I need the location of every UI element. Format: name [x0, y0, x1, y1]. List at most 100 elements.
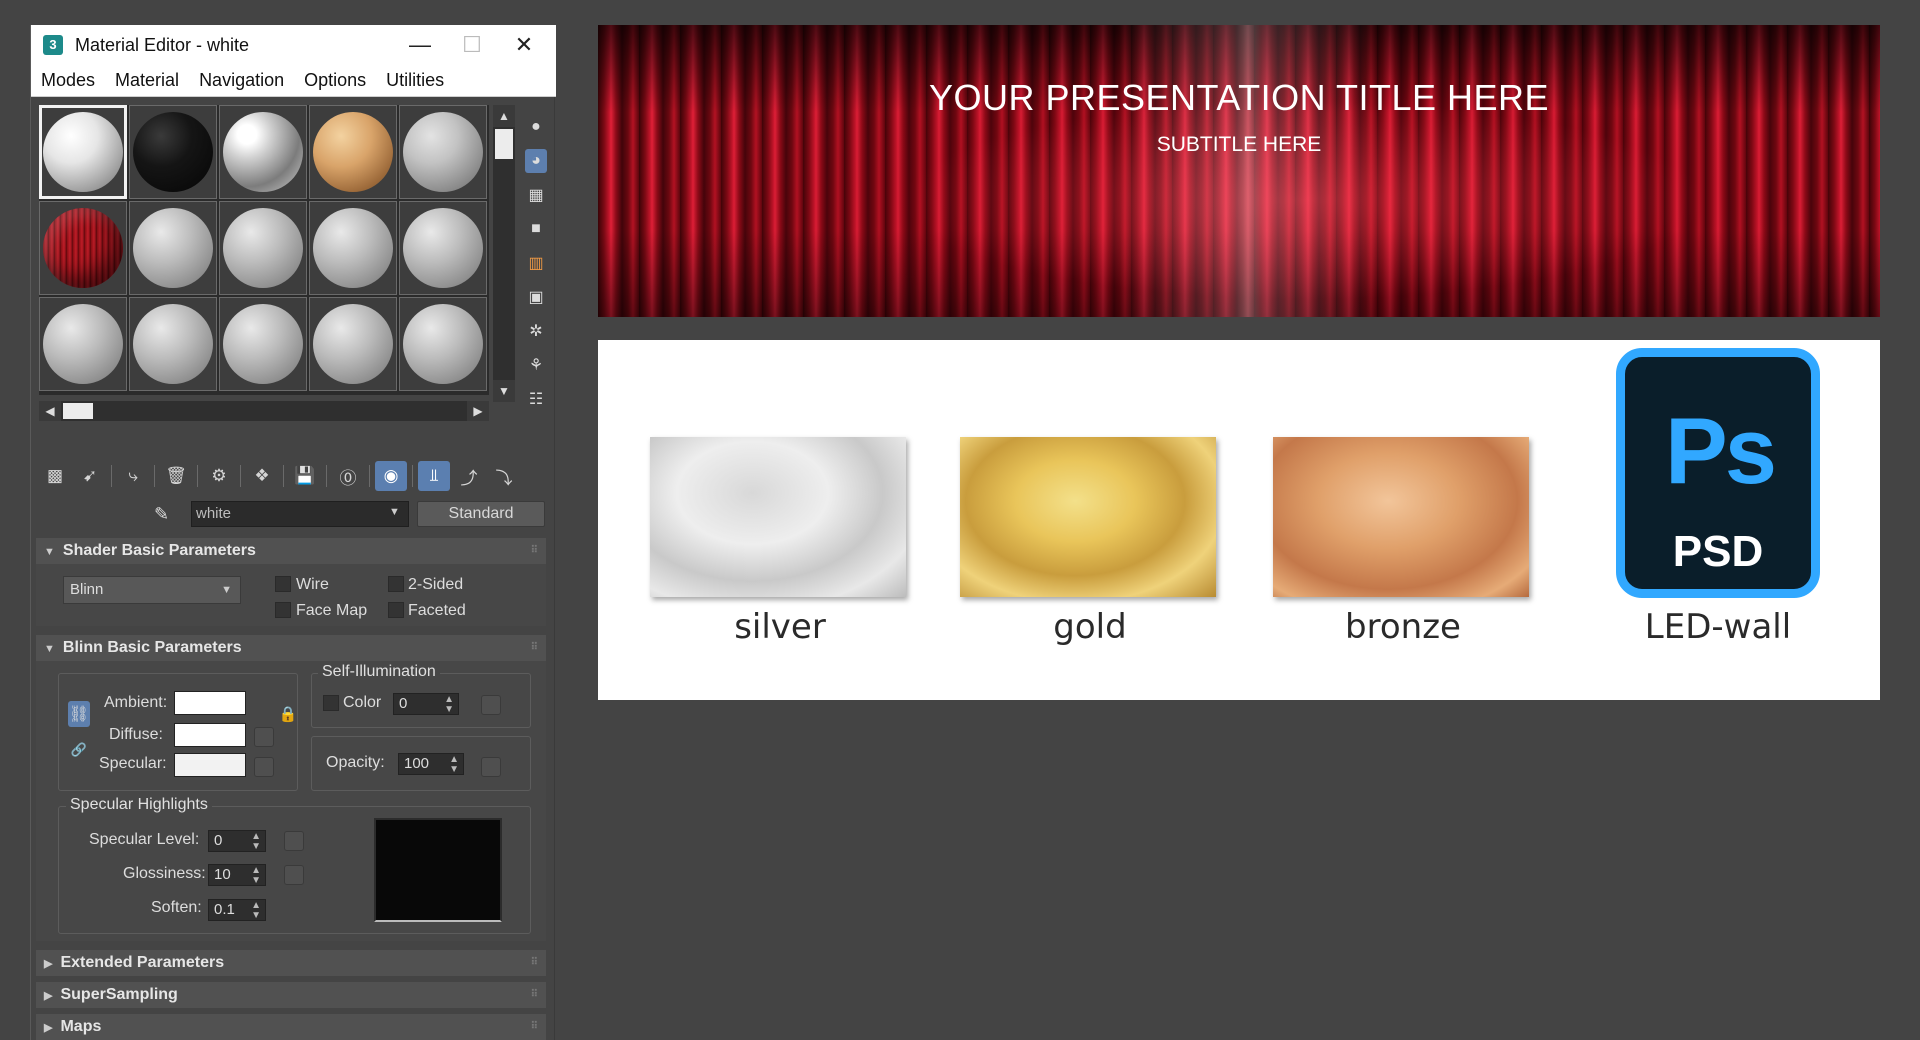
slots-horizontal-scrollbar[interactable]: ◀ ▶ — [39, 401, 489, 421]
menu-navigation[interactable]: Navigation — [199, 70, 284, 91]
texture-label: bronze — [1345, 607, 1461, 647]
self-illum-spinner[interactable]: 0 ▲ ▼ — [393, 693, 459, 715]
scroll-track[interactable] — [95, 401, 467, 421]
banner-subtitle: SUBTITLE HERE — [1156, 133, 1322, 156]
soften-spinner[interactable]: 0.1 ▲ ▼ — [208, 899, 266, 921]
sample-slot[interactable] — [309, 201, 397, 295]
lock-icon[interactable]: 🔒 — [278, 703, 298, 725]
minimize-button[interactable]: — — [392, 25, 448, 65]
spinner-arrows-icon: ▲ ▼ — [449, 754, 459, 775]
scroll-track[interactable] — [493, 161, 515, 380]
menu-material[interactable]: Material — [115, 70, 179, 91]
sample-slot[interactable] — [309, 297, 397, 391]
put-to-library-icon[interactable]: ❖ — [246, 461, 278, 491]
diffuse-color-swatch[interactable] — [174, 723, 246, 747]
rollout-blinn-basic[interactable]: ▼ Blinn Basic Parameters ⠿ — [36, 635, 546, 661]
sample-slot-curtain[interactable] — [39, 201, 127, 295]
sample-slot[interactable] — [399, 201, 487, 295]
material-id-channel-icon[interactable]: ⓪ — [332, 461, 364, 491]
save-to-library-icon[interactable]: 💾 — [289, 461, 321, 491]
menu-options[interactable]: Options — [304, 70, 366, 91]
reset-material-icon[interactable]: 🗑 — [160, 461, 192, 491]
soften-value: 0.1 — [214, 901, 235, 918]
scroll-left-icon[interactable]: ◀ — [39, 401, 61, 421]
close-button[interactable]: ✕ — [496, 25, 552, 65]
scroll-down-icon[interactable]: ▼ — [493, 380, 515, 402]
rollout-shader-basic[interactable]: ▼ Shader Basic Parameters ⠿ — [36, 538, 546, 564]
shader-dropdown[interactable]: Blinn ▼ — [63, 576, 241, 604]
opacity-map-button[interactable] — [481, 757, 501, 777]
scroll-thumb[interactable] — [63, 403, 93, 419]
ambient-color-swatch[interactable] — [174, 691, 246, 715]
put-to-scene-icon[interactable]: ➹ — [74, 461, 106, 491]
maximize-button[interactable]: ☐ — [444, 25, 500, 65]
video-color-check-icon[interactable]: ▥ — [525, 251, 547, 275]
curtain-banner-image: YOUR PRESENTATION TITLE HERE SUBTITLE HE… — [598, 25, 1880, 317]
rollout-extended-parameters[interactable]: ▶ Extended Parameters ⠿ — [36, 950, 546, 976]
sample-slot[interactable] — [219, 201, 307, 295]
backlight-icon[interactable]: ◕ — [525, 149, 547, 173]
show-shaded-in-viewport-icon[interactable]: ◉ — [375, 461, 407, 491]
glossiness-map-button[interactable] — [284, 865, 304, 885]
slots-vertical-scrollbar[interactable]: ▲ ▼ — [493, 105, 515, 402]
rollout-maps[interactable]: ▶ Maps ⠿ — [36, 1014, 546, 1040]
sample-slot-white[interactable] — [39, 105, 127, 199]
opacity-spinner[interactable]: 100 ▲ ▼ — [398, 753, 464, 775]
sample-slot[interactable] — [39, 297, 127, 391]
specular-map-button[interactable] — [254, 757, 274, 777]
two-sided-checkbox[interactable] — [388, 576, 404, 592]
uv-tiling-icon[interactable]: ■ — [525, 217, 547, 241]
title-bar[interactable]: 3 Material Editor - white — ☐ ✕ — [31, 25, 556, 65]
face-map-checkbox[interactable] — [275, 602, 291, 618]
material-sphere — [403, 112, 483, 192]
sample-slot[interactable] — [129, 201, 217, 295]
sample-slot[interactable] — [219, 297, 307, 391]
sample-slot-chrome[interactable] — [219, 105, 307, 199]
background-icon[interactable]: ▦ — [525, 183, 547, 207]
toolbar-divider — [369, 465, 370, 487]
material-type-button[interactable]: Standard — [417, 501, 545, 527]
make-unique-icon[interactable]: ⚙ — [203, 461, 235, 491]
material-navigator-icon[interactable]: ☷ — [525, 387, 547, 411]
lock-ambient-diffuse-icon[interactable]: ⛓ — [68, 701, 90, 727]
maximize-icon: ☐ — [462, 32, 482, 57]
menu-modes[interactable]: Modes — [41, 70, 95, 91]
options-icon[interactable]: ✲ — [525, 319, 547, 343]
sample-slot[interactable] — [129, 297, 217, 391]
specular-color-swatch[interactable] — [174, 753, 246, 777]
glossiness-spinner[interactable]: 10 ▲ ▼ — [208, 864, 266, 886]
menu-utilities[interactable]: Utilities — [386, 70, 444, 91]
scroll-thumb[interactable] — [495, 129, 513, 159]
go-to-parent-icon[interactable]: ⤴ — [453, 461, 485, 491]
specular-level-spinner[interactable]: 0 ▲ ▼ — [208, 830, 266, 852]
sample-slot[interactable] — [399, 297, 487, 391]
get-material-icon[interactable]: ▩ — [39, 461, 71, 491]
collapse-arrow-icon: ▼ — [44, 546, 55, 558]
faceted-checkbox[interactable] — [388, 602, 404, 618]
eyedropper-icon[interactable]: ✎ — [154, 504, 169, 525]
self-illum-map-button[interactable] — [481, 695, 501, 715]
rollout-supersampling[interactable]: ▶ SuperSampling ⠿ — [36, 982, 546, 1008]
glossiness-value: 10 — [214, 866, 231, 883]
self-illum-color-checkbox[interactable] — [323, 695, 339, 711]
specular-level-map-button[interactable] — [284, 831, 304, 851]
scroll-up-icon[interactable]: ▲ — [493, 105, 515, 127]
select-by-material-icon[interactable]: ⚘ — [525, 353, 547, 377]
texture-label: LED-wall — [1644, 607, 1792, 647]
diffuse-map-button[interactable] — [254, 727, 274, 747]
make-preview-icon[interactable]: ▣ — [525, 285, 547, 309]
go-forward-to-sibling-icon[interactable]: ⤵ — [488, 461, 520, 491]
grip-icon: ⠿ — [530, 642, 538, 653]
sample-slot-gold[interactable] — [309, 105, 397, 199]
wire-checkbox[interactable] — [275, 576, 291, 592]
scroll-right-icon[interactable]: ▶ — [467, 401, 489, 421]
lock-diffuse-specular-icon[interactable]: 🔗 — [68, 739, 90, 761]
material-name-field[interactable]: white — [191, 501, 409, 527]
sample-slot-black[interactable] — [129, 105, 217, 199]
highlight-curve-display — [374, 818, 502, 922]
sample-slot-gray[interactable] — [399, 105, 487, 199]
show-end-result-icon[interactable]: ⫫ — [418, 461, 450, 491]
chevron-down-icon[interactable]: ▼ — [389, 506, 400, 518]
assign-to-selection-icon[interactable]: ⤷ — [117, 461, 149, 491]
sample-type-icon[interactable]: ● — [525, 115, 547, 139]
